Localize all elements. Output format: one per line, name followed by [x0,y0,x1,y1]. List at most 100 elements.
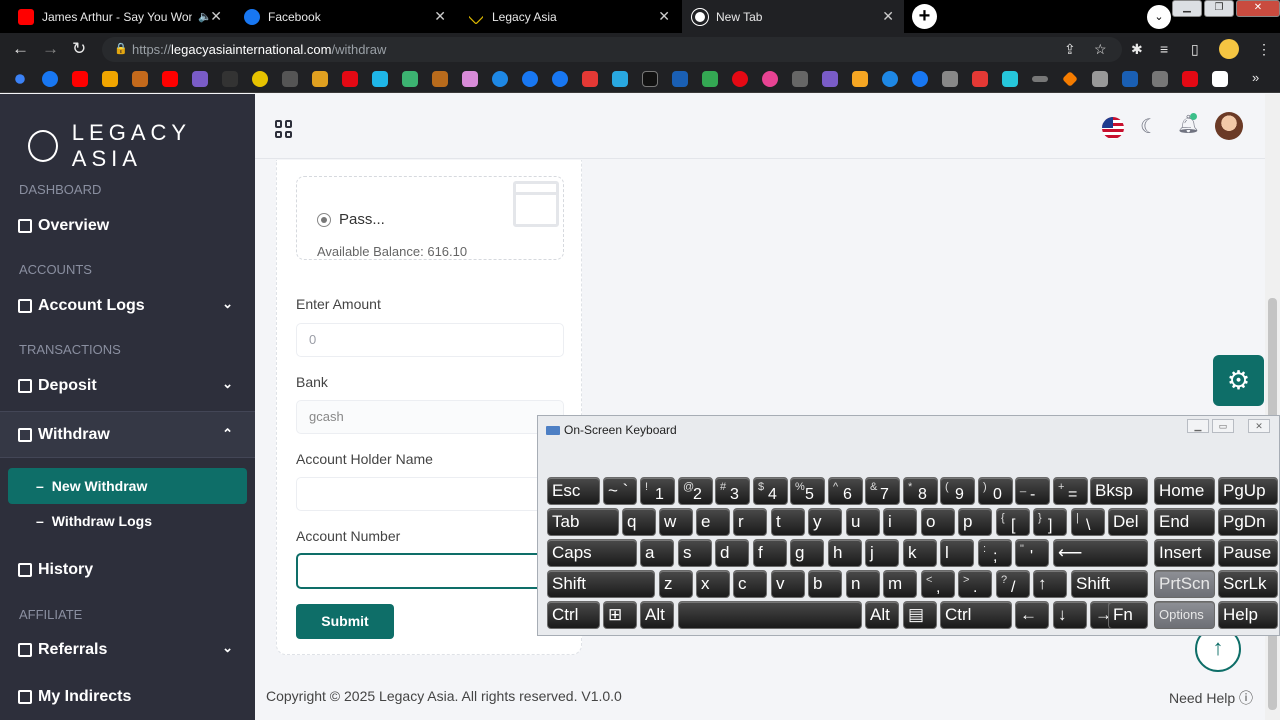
key-home[interactable]: Home [1154,477,1215,505]
key-6[interactable]: ^ 6 [828,477,863,505]
bookmark-icon[interactable] [822,71,838,87]
bookmark-icon[interactable] [792,71,808,87]
address-bar[interactable]: 🔒 https://legacyasiainternational.com/wi… [102,37,1122,62]
bookmark-icon[interactable] [282,71,298,87]
key-slash[interactable]: ? / [996,570,1030,598]
key-m[interactable]: m [883,570,917,598]
key-bracket-right[interactable]: }] [1033,508,1067,536]
sidebar-item-withdraw-logs[interactable]: – Withdraw Logs [8,503,247,539]
need-help-link[interactable]: Need Help ⓘ [1169,688,1253,708]
key-pause[interactable]: Pause [1218,539,1278,567]
key-alt-left[interactable]: Alt [640,601,674,629]
sidebar-item-deposit[interactable]: Deposit ⌄ [0,364,255,408]
settings-fab-icon[interactable]: ⚙ [1213,355,1264,406]
submit-button[interactable]: Submit [296,604,394,639]
key-shift-right[interactable]: Shift [1071,570,1148,598]
osk-minimize-icon[interactable]: ▁ [1187,419,1209,433]
key-del[interactable]: Del [1108,508,1148,536]
key-enter[interactable]: ⟵ [1053,539,1148,567]
key-fn[interactable]: Fn [1108,601,1148,629]
user-avatar[interactable] [1215,112,1243,140]
bookmark-icon[interactable] [882,71,898,87]
bookmark-star-icon[interactable]: ☆ [1094,41,1107,58]
key-caps[interactable]: Caps [547,539,637,567]
bookmark-icon[interactable] [492,71,508,87]
dark-mode-icon[interactable]: ☾ [1140,114,1158,139]
key-r[interactable]: r [733,508,767,536]
account-number-input[interactable] [296,553,564,589]
forward-icon[interactable]: → [42,39,59,59]
facebook-bookmark-icon[interactable] [912,71,928,87]
key-3[interactable]: #3 [715,477,750,505]
bookmark-icon[interactable] [1002,71,1018,87]
sidebar-item-history[interactable]: History [0,548,255,592]
bookmark-icon[interactable] [762,71,778,87]
key-w[interactable]: w [659,508,693,536]
key-backspace[interactable]: Bksp [1090,477,1148,505]
key-ctrl-right[interactable]: Ctrl [940,601,1012,629]
key-prtscn[interactable]: PrtScn [1154,570,1215,598]
profile-avatar[interactable] [1219,39,1239,59]
apps-grid-icon[interactable] [275,120,293,138]
key-h[interactable]: h [828,539,862,567]
close-tab-icon[interactable]: ✕ [658,8,670,25]
netflix-bookmark-icon[interactable] [342,71,358,87]
key-l[interactable]: l [940,539,974,567]
bookmark-icon[interactable] [432,71,448,87]
key-arrow-down[interactable]: ↓ [1053,601,1087,629]
tab-new-tab[interactable]: New Tab ✕ [682,0,904,33]
key-o[interactable]: o [921,508,955,536]
key-comma[interactable]: <, [921,570,955,598]
bookmark-icon[interactable] [1212,71,1228,87]
holder-name-input[interactable] [296,477,564,511]
close-window-icon[interactable]: ✕ [1236,0,1280,17]
key-q[interactable]: q [622,508,656,536]
key-i[interactable]: i [883,508,917,536]
bookmark-icon[interactable] [372,71,388,87]
key-d[interactable]: d [715,539,749,567]
close-tab-icon[interactable]: ✕ [210,8,222,25]
brand-logo[interactable]: LEGACY ASIA [28,120,255,172]
bookmark-icon[interactable] [192,71,208,87]
reload-icon[interactable]: ↻ [72,39,86,59]
key-space[interactable] [678,601,862,629]
key-windows[interactable]: ⊞ [603,601,637,629]
key-c[interactable]: c [733,570,767,598]
bookmark-icon[interactable] [852,71,868,87]
key-x[interactable]: x [696,570,730,598]
bookmark-icon[interactable] [1032,76,1048,82]
close-tab-icon[interactable]: ✕ [434,8,446,25]
new-tab-button[interactable]: + [912,4,937,29]
key-shift-left[interactable]: Shift [547,570,655,598]
back-icon[interactable]: ← [12,39,29,59]
more-bookmarks-icon[interactable]: » [1252,70,1259,85]
key-period[interactable]: >. [958,570,992,598]
sidebar-item-withdraw[interactable]: Withdraw ⌃ [0,411,255,458]
bookmark-icon[interactable] [402,71,418,87]
key-4[interactable]: $4 [753,477,788,505]
key-backslash[interactable]: | \ [1071,508,1105,536]
youtube-bookmark-icon[interactable] [72,71,88,87]
key-options[interactable]: Options [1154,601,1215,629]
key-9[interactable]: (9 [940,477,975,505]
key-semicolon[interactable]: :; [978,539,1012,567]
facebook-bookmark-icon[interactable] [552,71,568,87]
key-insert[interactable]: Insert [1154,539,1215,567]
key-scrlk[interactable]: ScrLk [1218,570,1278,598]
key-p[interactable]: p [958,508,992,536]
bank-field[interactable]: gcash [296,400,564,434]
osk-maximize-icon[interactable]: ▭ [1212,419,1234,433]
key-f[interactable]: f [753,539,787,567]
key-quote[interactable]: " ' [1015,539,1049,567]
share-icon[interactable]: ⇪ [1064,41,1076,58]
key-menu[interactable]: ▤ [903,601,937,629]
key-z[interactable]: z [659,570,693,598]
gmail-bookmark-icon[interactable] [582,71,598,87]
key-t[interactable]: t [771,508,805,536]
tab-youtube[interactable]: James Arthur - Say You Won't 🔈 ✕ [8,0,232,33]
key-pgdn[interactable]: PgDn [1218,508,1278,536]
key-minus[interactable]: _ - [1015,477,1050,505]
osk-close-icon[interactable]: ✕ [1248,419,1270,433]
key-equals[interactable]: + = [1053,477,1088,505]
us-flag-icon[interactable] [1102,117,1124,139]
